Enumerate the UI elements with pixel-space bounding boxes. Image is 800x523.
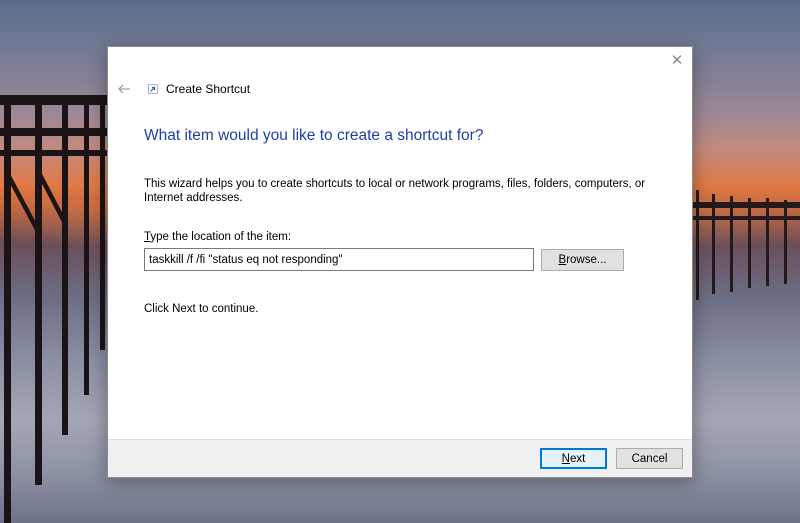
desktop-background: ✕ Create Shortcut What item would you li… bbox=[0, 0, 800, 523]
cancel-button[interactable]: Cancel bbox=[616, 448, 683, 469]
browse-button[interactable]: Browse... bbox=[541, 249, 624, 271]
wizard-header: Create Shortcut bbox=[114, 79, 250, 99]
dialog-footer: Next Cancel bbox=[108, 439, 692, 477]
back-arrow-icon[interactable] bbox=[117, 84, 131, 94]
back-button[interactable] bbox=[114, 79, 134, 99]
next-label: ext bbox=[569, 452, 586, 465]
location-field-label: Type the location of the item: bbox=[144, 231, 291, 243]
wizard-description: This wizard helps you to create shortcut… bbox=[144, 178, 646, 204]
browse-label: rowse... bbox=[566, 254, 607, 266]
shortcut-icon bbox=[146, 82, 160, 96]
location-input[interactable] bbox=[144, 248, 534, 271]
pier-left-silhouette bbox=[0, 95, 108, 523]
pier-right-silhouette bbox=[690, 190, 800, 300]
cancel-label: Cancel bbox=[631, 452, 668, 465]
create-shortcut-dialog: ✕ Create Shortcut What item would you li… bbox=[107, 46, 693, 478]
continue-instruction: Click Next to continue. bbox=[144, 303, 259, 315]
browse-accelerator: B bbox=[558, 254, 567, 266]
close-icon[interactable]: ✕ bbox=[671, 52, 684, 69]
next-button[interactable]: Next bbox=[540, 448, 607, 469]
next-accelerator: N bbox=[561, 452, 570, 465]
close-button[interactable]: ✕ bbox=[666, 51, 688, 71]
location-label-text: ype the location of the item: bbox=[150, 231, 292, 243]
page-heading: What item would you like to create a sho… bbox=[144, 127, 484, 144]
wizard-title: Create Shortcut bbox=[166, 82, 251, 96]
